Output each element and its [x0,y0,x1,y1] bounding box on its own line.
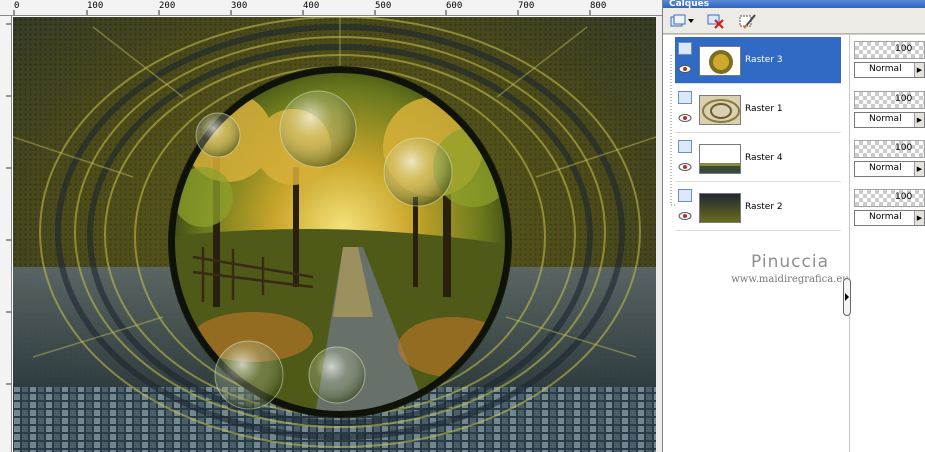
layer-row-raster-2[interactable]: Raster 2 [675,184,841,231]
blend-mode-value: Normal [869,163,902,173]
palette-title[interactable]: Calques [663,0,925,8]
app-window: 0 100 200 300 400 500 600 700 800 Calque… [0,0,925,452]
layer-thumbnail [699,193,741,223]
layer-row-raster-4[interactable]: Raster 4 [675,135,841,182]
layer-props-raster-1: 100 Normal ▶ [854,91,925,131]
layer-properties-button[interactable] [737,11,759,31]
opacity-value: 100 [895,192,913,202]
palette-toolbar [663,8,925,34]
layer-row-raster-1[interactable]: Raster 1 [675,86,841,133]
blend-mode-select[interactable]: Normal ▶ [854,62,925,78]
artwork-canvas[interactable] [13,17,656,452]
layer-name[interactable]: Raster 2 [745,202,783,212]
layer-name[interactable]: Raster 3 [745,55,783,65]
layer-props-raster-3: 100 Normal ▶ [854,41,925,81]
layer-thumbnail [699,95,741,125]
brush-icon [739,14,756,29]
opacity-value: 100 [895,44,913,54]
eye-icon[interactable] [678,162,692,172]
eye-icon[interactable] [678,113,692,123]
palette-resize-grip[interactable] [843,278,851,316]
layer-group-icon[interactable] [678,140,692,153]
blend-mode-select[interactable]: Normal ▶ [854,210,925,226]
blend-mode-value: Normal [869,212,902,222]
layer-group-icon[interactable] [678,42,692,55]
delete-layer-icon [707,14,724,29]
eye-icon[interactable] [678,64,692,74]
layers-palette: Calques Raster 3 Raster 1 Raster 4 Raste… [662,0,925,452]
canvas-area[interactable]: 0 100 200 300 400 500 600 700 800 [0,0,662,452]
layer-name[interactable]: Raster 4 [745,153,783,163]
blend-mode-select[interactable]: Normal ▶ [854,112,925,128]
chevron-right-icon[interactable]: ▶ [914,211,924,225]
layer-group-icon[interactable] [678,91,692,104]
opacity-slider[interactable]: 100 [854,91,925,109]
opacity-value: 100 [895,143,913,153]
horizontal-ruler: 0 100 200 300 400 500 600 700 800 [0,0,662,16]
new-layer-icon [670,14,686,27]
layer-props-raster-2: 100 Normal ▶ [854,189,925,229]
layer-row-raster-3[interactable]: Raster 3 [675,37,841,84]
layer-props-raster-4: 100 Normal ▶ [854,140,925,180]
opacity-slider[interactable]: 100 [854,140,925,158]
new-layer-dropdown[interactable] [687,11,695,31]
opacity-slider[interactable]: 100 [854,41,925,59]
layer-group-icon[interactable] [678,189,692,202]
opacity-slider[interactable]: 100 [854,189,925,207]
tunnel-artwork [13,17,656,452]
layer-name[interactable]: Raster 1 [745,104,783,114]
layer-thumbnail [699,144,741,174]
layer-thumbnail [699,46,741,76]
new-layer-button[interactable] [667,11,689,31]
chevron-right-icon[interactable]: ▶ [914,63,924,77]
delete-layer-button[interactable] [705,11,727,31]
ruler-tick-marks [13,10,591,15]
chevron-right-icon[interactable]: ▶ [914,113,924,127]
eye-icon[interactable] [678,211,692,221]
layer-properties-column: 100 Normal ▶ 100 Normal ▶ 100 Normal ▶ 100 … [849,35,925,452]
chevron-right-icon[interactable]: ▶ [914,162,924,176]
blend-mode-value: Normal [869,114,902,124]
blend-mode-select[interactable]: Normal ▶ [854,161,925,177]
opacity-value: 100 [895,94,913,104]
vertical-ruler [0,16,12,452]
chevron-down-icon [688,19,694,23]
layers-list: Raster 3 Raster 1 Raster 4 Raster 2 [663,35,849,452]
blend-mode-value: Normal [869,64,902,74]
chevron-right-icon [845,293,849,301]
vertical-ruler-marks [6,23,11,385]
